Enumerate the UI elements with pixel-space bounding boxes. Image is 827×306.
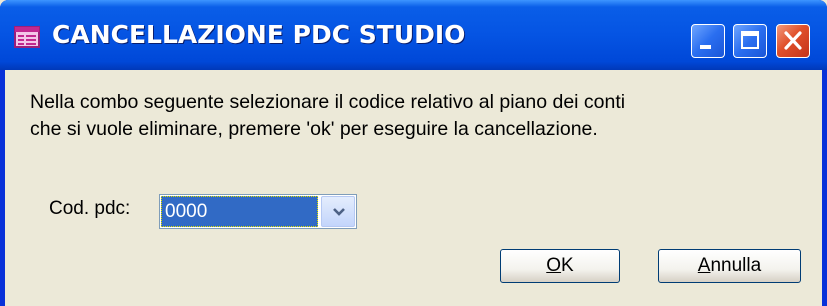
annulla-button[interactable]: Annulla [658,249,801,283]
window-title: CANCELLAZIONE PDC STUDIO [52,20,466,49]
ok-button[interactable]: OK [500,249,620,283]
ok-accel-letter: O [546,255,562,276]
maximize-icon[interactable] [733,24,767,58]
dialog-content: Nella combo seguente selezionare il codi… [5,70,822,306]
instruction-text: Nella combo seguente selezionare il codi… [30,89,800,143]
cod-pdc-selected-value[interactable]: 0000 [161,196,318,227]
annulla-label-rest: nnulla [710,255,762,276]
annulla-accel-letter: A [697,255,711,276]
chevron-down-icon [333,208,345,216]
instruction-line-1: Nella combo seguente selezionare il codi… [30,91,626,113]
minimize-icon[interactable] [691,24,725,58]
close-icon[interactable] [776,24,810,58]
cod-pdc-label: Cod. pdc: [49,198,131,219]
combo-dropdown-button[interactable] [321,196,355,227]
title-bar[interactable]: CANCELLAZIONE PDC STUDIO [0,0,827,70]
ok-label-rest: K [561,255,574,276]
instruction-line-2: che si vuole eliminare, premere 'ok' per… [30,118,598,140]
dialog-window: CANCELLAZIONE PDC STUDIO Nella combo seg… [0,0,827,306]
app-window-icon [14,26,40,48]
cod-pdc-combo[interactable]: 0000 [159,194,357,229]
